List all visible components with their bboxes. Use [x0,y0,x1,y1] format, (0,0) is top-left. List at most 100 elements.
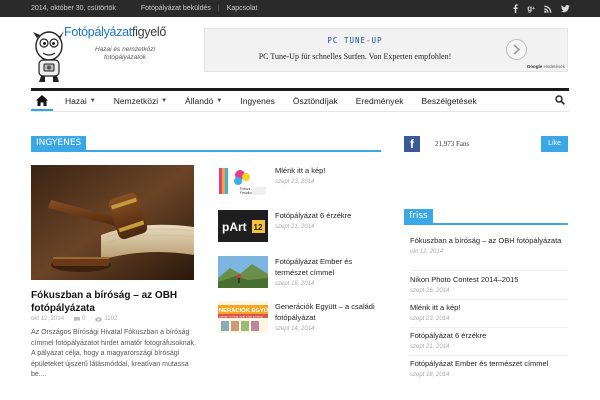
google-plus-icon[interactable]: g + [527,4,535,13]
site-logo[interactable]: Fotópályázatfigyelő Hazai és nemzetközi … [31,24,181,84]
featured-post-title[interactable]: Fókuszban a bíróság – az OBH fotópályáza… [31,289,201,315]
post-title[interactable]: Mlénk itt a kép! [275,166,385,177]
home-icon [36,94,48,106]
current-date: 2014, október 30, csütörtök [31,5,116,12]
brand-name: Fotópályázatfigyelő [64,25,166,39]
nav-item-label: Nemzetközi [113,96,159,106]
section-label[interactable]: INGYENES [31,136,87,150]
post-thumbnail[interactable]: pArt 12 [218,210,268,242]
post-title[interactable]: Fotópályázat 6 érzékre [275,211,385,222]
post-date: szept 26, 2014 [410,287,450,294]
mountain-thumbnail-image [218,256,268,288]
advertisement-banner[interactable]: PC TUNE-UP PC Tune-Up für schnelles Surf… [204,28,568,72]
list-item[interactable]: NERÁCIÓK EGYÜ DÁSNAP FOTÓPÁLYÁZAT A HAZ … [218,301,388,337]
post-date: okt 12, 2014 [31,316,65,322]
comment-count-value: 0 [82,316,86,322]
list-item[interactable]: Fotópályázat Ember és természet címmel s… [410,359,570,378]
post-date: szept 23, 2014 [275,179,315,185]
ad-badge[interactable]: Google Hirdetések [527,64,565,69]
generaciok-thumbnail-image: NERÁCIÓK EGYÜ DÁSNAP FOTÓPÁLYÁZAT A HAZ … [218,301,268,333]
post-date: szept 21, 2014 [275,224,315,230]
twitter-icon[interactable] [561,4,570,13]
ad-badge-brand: Google [526,64,543,69]
post-title[interactable]: Fotópályázat Ember és természet címmel [410,359,570,370]
top-bar: 2014, október 30, csütörtök Fotópályázat… [0,0,600,17]
nav-item-label: Beszélgetések [421,96,477,106]
thumbnail-text: pArt [222,220,247,234]
nav-item-eredmenyek[interactable]: Eredmények [347,96,413,106]
nav-item-label: Ösztöndíjak [292,96,338,106]
rss-icon[interactable] [544,5,552,13]
ad-arrow-button[interactable] [506,39,527,60]
list-item[interactable]: Mlénk itt a kép! szept 23, 2014 [410,303,570,322]
chevron-right-icon [513,44,521,55]
nav-item-osztondijak[interactable]: Ösztöndíjak [284,96,347,106]
post-date: okt 12, 2014 [410,248,444,255]
nav-item-allando[interactable]: Állandó ▼ [176,96,231,106]
comment-count[interactable]: 0 [74,316,85,322]
facebook-icon[interactable]: f [404,136,420,152]
post-title[interactable]: Fókuszban a bíróság – az OBH fotópályáza… [410,236,570,247]
nav-item-label: Ingyenes [240,96,275,106]
list-item[interactable]: Fotópályázat Ember és természet címmel s… [218,256,388,292]
post-thumbnail[interactable] [218,256,268,288]
contact-link[interactable]: Kapcsolat [220,5,265,12]
featured-post-meta: okt 12, 2014 0 1102 [31,316,201,322]
nav-item-nemzetkozi[interactable]: Nemzetközi ▼ [105,96,176,106]
facebook-fans-widget: f 21,973 Fans Like [404,135,568,153]
post-title[interactable]: Fotópályázat 6 érzékre [410,331,570,342]
submit-contest-link[interactable]: Fotópályázat beküldés [134,5,218,12]
nav-item-ingyenes[interactable]: Ingyenes [231,96,284,106]
nav-item-hazai[interactable]: Hazai ▼ [65,96,105,106]
post-date: szept 18, 2014 [275,281,315,287]
list-divider [410,355,568,356]
facebook-icon[interactable] [513,4,518,13]
search-icon [555,95,565,105]
festival-thumbnail-image: Fotózz a Fesztivál [218,165,268,197]
list-item[interactable]: Fotózz a Fesztivál Mlénk itt a kép! szep… [218,165,388,201]
featured-post-excerpt: Az Országos Bírósági Hivatal Fókuszban a… [31,329,196,378]
search-button[interactable] [555,95,565,107]
list-divider [410,299,568,300]
post-title[interactable]: Fotópályázat Ember és természet címmel [275,257,385,278]
view-count: 1102 [95,316,117,322]
comment-icon [74,316,81,322]
post-thumbnail[interactable]: NERÁCIÓK EGYÜ DÁSNAP FOTÓPÁLYÁZAT A HAZ … [218,301,268,333]
fan-count: 21,973 Fans [435,140,470,148]
gavel-photo [31,165,194,280]
main-navigation: Hazai ▼ Nemzetközi ▼ Állandó ▼ Ingyenes Ösz… [31,88,569,112]
site-tagline: Hazai és nemzetközi fotópályázatok [95,46,155,61]
post-date: szept 23, 2014 [410,315,450,322]
post-title[interactable]: Nikon Photo Contest 2014–2015 [410,275,570,286]
list-item[interactable]: pArt 12 Fotópályázat 6 érzékre szept 21,… [218,210,388,246]
part-thumbnail-image: pArt 12 [218,210,268,242]
post-title[interactable]: Generációk Együtt – a családi fotópályáz… [275,302,385,323]
list-item[interactable]: Nikon Photo Contest 2014–2015 szept 26, … [410,275,570,294]
nav-item-label: Hazai [65,96,87,106]
nav-item-label: Állandó [185,96,214,106]
section-header: INGYENES [31,136,381,152]
list-divider [410,327,568,328]
like-button[interactable]: Like [541,136,568,152]
list-item[interactable]: Fotópályázat 6 érzékre szept 21, 2014 [410,331,570,350]
post-title[interactable]: Mlénk itt a kép! [410,303,570,314]
top-bar-left: 2014, október 30, csütörtök Fotópályázat… [31,0,264,17]
home-button[interactable] [31,91,53,111]
thumbnail-number: 12 [254,223,263,232]
featured-image[interactable] [31,165,194,280]
ad-title: PC TUNE-UP [327,36,383,45]
list-item[interactable]: Fókuszban a bíróság – az OBH fotópályáza… [410,236,570,255]
eye-icon [95,316,103,322]
chevron-down-icon: ▼ [216,98,223,104]
post-thumbnail[interactable]: Fotózz a Fesztivál [218,165,268,197]
social-icons: g + [513,0,570,17]
post-date: szept 14, 2014 [275,326,315,332]
brand-name-blue: Fotópályázat [64,25,132,39]
chevron-down-icon: ▼ [89,98,96,104]
chevron-down-icon: ▼ [161,98,168,104]
thumbnail-text-line-2: Fesztivál [240,191,254,195]
nav-item-beszelgetesek[interactable]: Beszélgetések [412,96,485,106]
friss-section-header: friss [404,209,568,225]
friss-label[interactable]: friss [404,209,433,223]
list-divider [410,270,568,271]
